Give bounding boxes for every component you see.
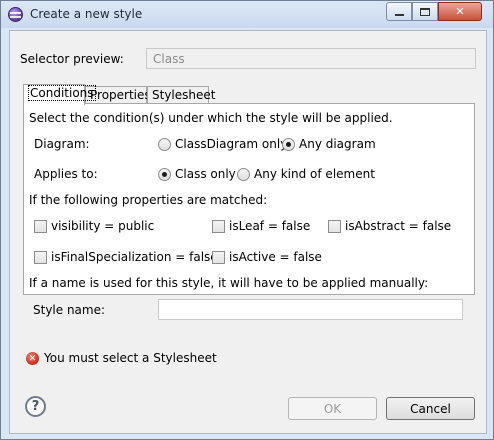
close-button[interactable]: ✕	[438, 2, 482, 21]
minimize-icon	[394, 13, 404, 16]
selector-preview-label: Selector preview:	[20, 52, 124, 66]
dialog-window: Create a new style ✕ Selector preview: C…	[0, 0, 494, 440]
checkbox-isfinalspecialization-false[interactable]	[34, 251, 47, 264]
minimize-button[interactable]	[386, 2, 412, 21]
style-name-input[interactable]	[158, 299, 463, 320]
maximize-button[interactable]	[412, 2, 438, 21]
error-icon: ✕	[26, 352, 39, 365]
properties-intro: If the following properties are matched:	[29, 193, 268, 207]
conditions-intro: Select the condition(s) under which the …	[29, 111, 393, 125]
cancel-button[interactable]: Cancel	[386, 397, 475, 420]
help-icon[interactable]: ?	[25, 396, 46, 417]
checkbox-visibility-public-label[interactable]: visibility = public	[51, 219, 154, 233]
applies-to-label: Applies to:	[34, 167, 98, 181]
checkbox-isabstract-false[interactable]	[328, 220, 341, 233]
window-title: Create a new style	[30, 7, 143, 21]
style-name-label: Style name:	[33, 303, 106, 317]
diagram-label: Diagram:	[34, 137, 90, 151]
maximize-icon	[420, 7, 430, 16]
error-message: You must select a Stylesheet	[44, 351, 217, 365]
eclipse-app-icon	[8, 7, 23, 22]
checkbox-isabstract-false-label[interactable]: isAbstract = false	[345, 219, 451, 233]
radio-any-element[interactable]	[237, 168, 250, 181]
tab-stylesheet[interactable]: Stylesheet	[147, 86, 215, 104]
radio-class-only[interactable]	[158, 168, 171, 181]
checkbox-isleaf-false-label[interactable]: isLeaf = false	[229, 219, 310, 233]
tab-conditions[interactable]: Conditions	[23, 84, 96, 105]
radio-any-element-label[interactable]: Any kind of element	[254, 167, 375, 181]
name-intro: If a name is used for this style, it wil…	[29, 276, 429, 290]
ok-button[interactable]: OK	[288, 397, 377, 420]
checkbox-isleaf-false[interactable]	[212, 220, 225, 233]
selector-preview-field: Class	[146, 48, 476, 69]
close-icon: ✕	[455, 5, 465, 18]
radio-any-diagram-label[interactable]: Any diagram	[299, 137, 376, 151]
conditions-panel: Select the condition(s) under which the …	[23, 103, 475, 295]
checkbox-isactive-false[interactable]	[212, 251, 225, 264]
checkbox-isactive-false-label[interactable]: isActive = false	[229, 250, 322, 264]
radio-class-only-label[interactable]: Class only	[175, 167, 236, 181]
tab-conditions-label: Conditions	[28, 85, 96, 101]
title-bar[interactable]: Create a new style ✕	[1, 1, 493, 28]
checkbox-visibility-public[interactable]	[34, 220, 47, 233]
radio-classdiagram-only-label[interactable]: ClassDiagram only	[175, 137, 287, 151]
dialog-content: Selector preview: Class Conditions Prope…	[9, 30, 487, 434]
radio-any-diagram[interactable]	[282, 138, 295, 151]
radio-classdiagram-only[interactable]	[158, 138, 171, 151]
checkbox-isfinalspecialization-false-label[interactable]: isFinalSpecialization = false	[51, 250, 218, 264]
